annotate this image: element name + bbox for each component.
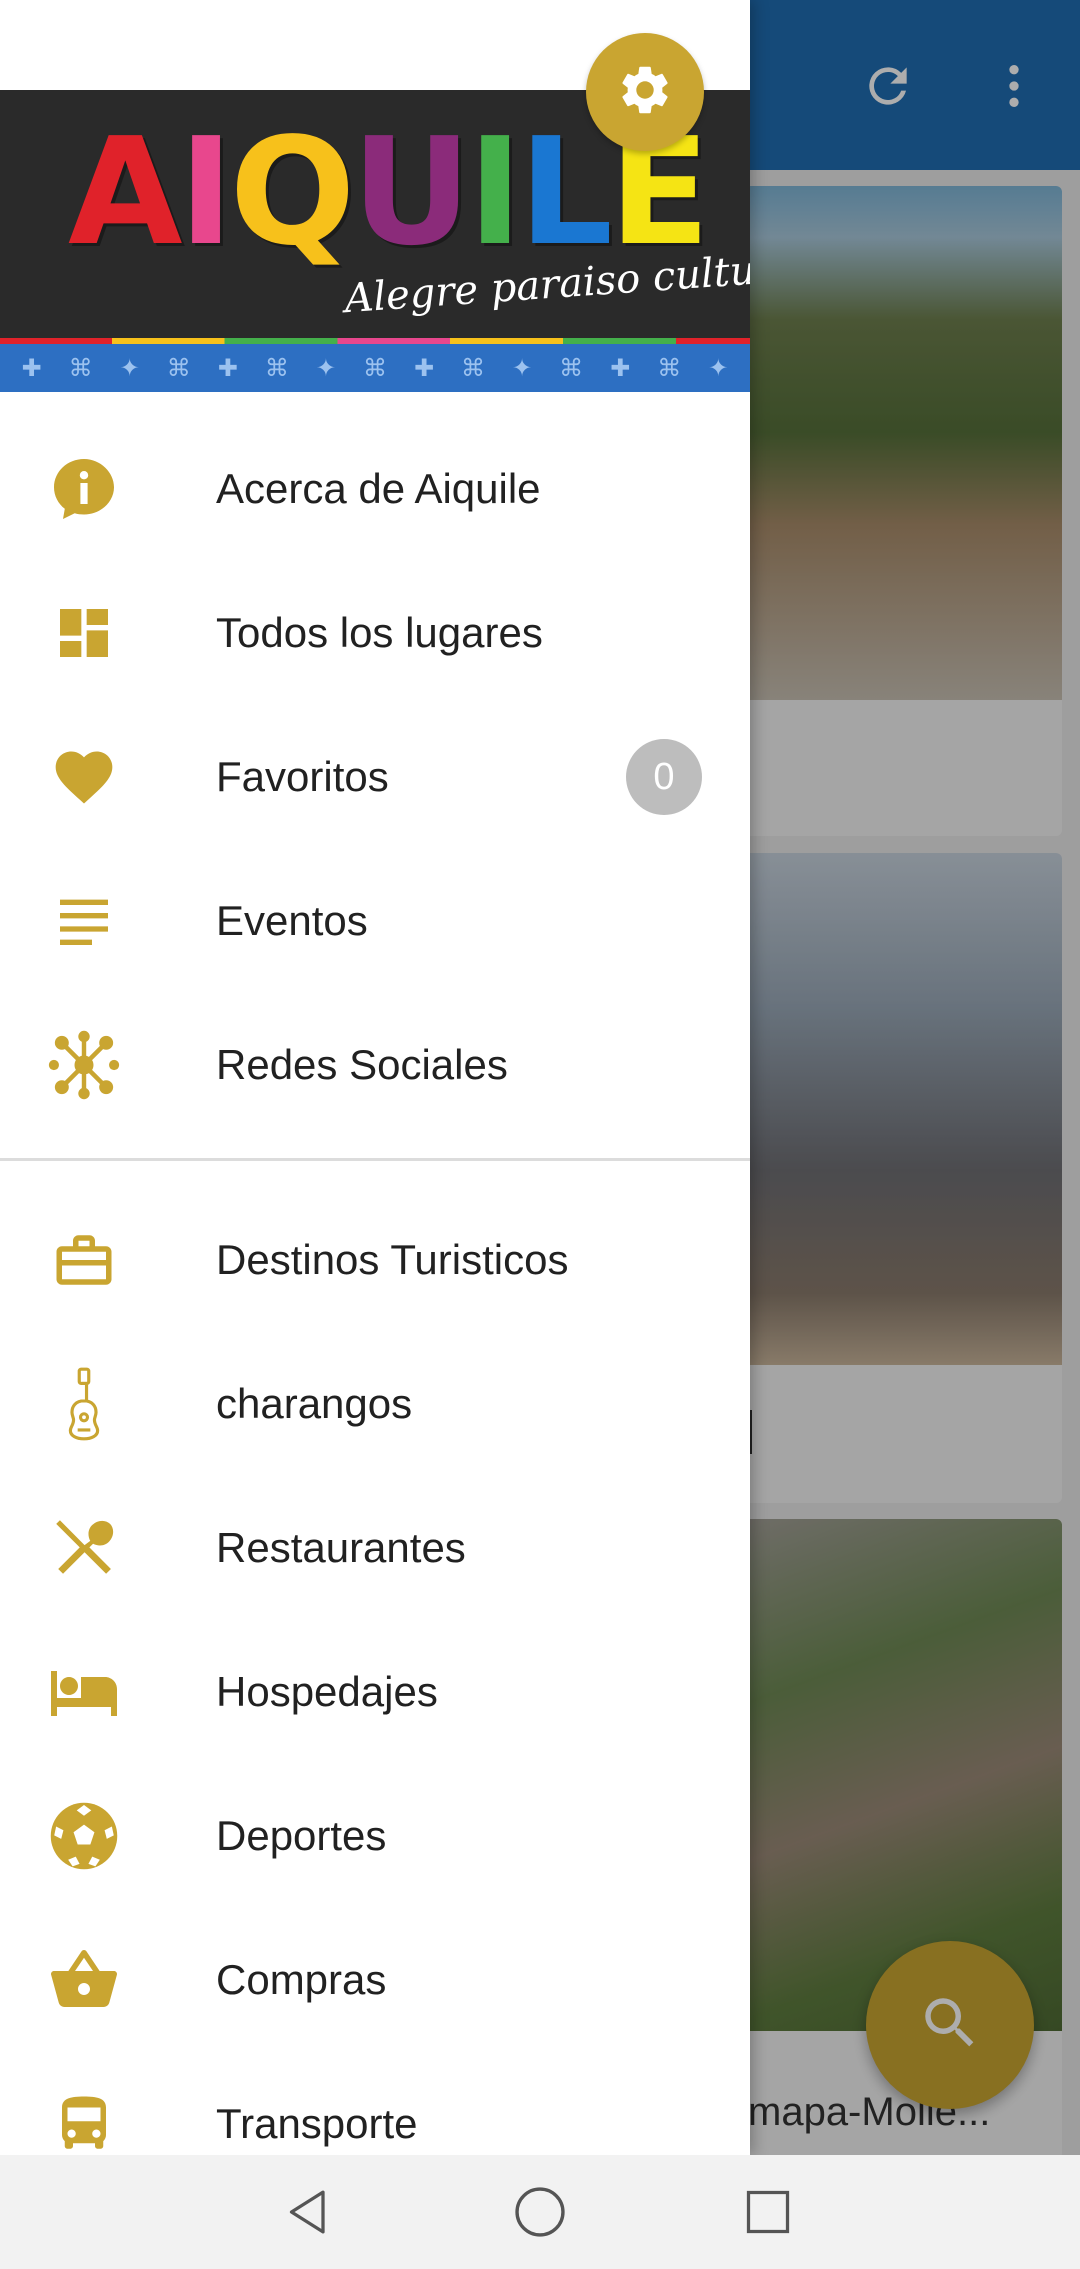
network-icon [44, 1025, 124, 1105]
bus-icon [44, 2084, 124, 2155]
heart-icon [44, 737, 124, 817]
logo-letter: U [351, 106, 471, 278]
menu-item-compras[interactable]: Compras [0, 1908, 750, 2052]
menu-item-charangos[interactable]: charangos [0, 1332, 750, 1476]
menu-item-label: Transporte [216, 2100, 418, 2147]
navigation-drawer: A I Q U I L E Alegre paraiso cultural ✚ ⌘… [0, 0, 750, 2155]
menu-item-label: Deportes [216, 1812, 387, 1859]
home-icon[interactable] [505, 2177, 575, 2247]
menu-item-acerca-de-aiquile[interactable]: Acerca de Aiquile [0, 417, 750, 561]
favorites-count-badge: 0 [626, 739, 702, 815]
logo-letter: A [68, 106, 183, 278]
menu-item-todos-los-lugares[interactable]: Todos los lugares [0, 561, 750, 705]
menu-item-favoritos[interactable]: Favoritos 0 [0, 705, 750, 849]
menu-item-redes-sociales[interactable]: Redes Sociales [0, 993, 750, 1137]
menu-item-label: Favoritos [216, 753, 389, 800]
menu-item-label: Todos los lugares [216, 609, 543, 656]
logo-letter: L [518, 106, 613, 278]
menu-item-label: Eventos [216, 897, 368, 944]
dashboard-icon [44, 593, 124, 673]
logo-letter: I [467, 106, 523, 278]
menu-item-label: Restaurantes [216, 1524, 466, 1571]
menu-item-label: Compras [216, 1956, 387, 2003]
list-icon [44, 881, 124, 961]
menu-item-destinos-turisticos[interactable]: Destinos Turisticos [0, 1188, 750, 1332]
menu-item-label: Redes Sociales [216, 1041, 508, 1088]
soccer-ball-icon [44, 1796, 124, 1876]
gear-icon [616, 61, 674, 124]
logo-letter: I [178, 106, 234, 278]
menu-item-restaurantes[interactable]: Restaurantes [0, 1476, 750, 1620]
bed-icon [44, 1652, 124, 1732]
briefcase-icon [44, 1220, 124, 1300]
guitar-icon [44, 1364, 124, 1444]
menu-item-eventos[interactable]: Eventos [0, 849, 750, 993]
logo-wordmark: A I Q U I L E [68, 106, 710, 278]
menu-item-transporte[interactable]: Transporte [0, 2052, 750, 2155]
utensils-icon [44, 1508, 124, 1588]
logo-letter: Q [229, 106, 356, 278]
system-navigation-bar [0, 2155, 1080, 2269]
menu-item-deportes[interactable]: Deportes [0, 1764, 750, 1908]
back-icon[interactable] [274, 2177, 344, 2247]
menu-item-label: Acerca de Aiquile [216, 465, 541, 512]
info-icon [44, 449, 124, 529]
drawer-header: A I Q U I L E Alegre paraiso cultural ✚ ⌘… [0, 0, 750, 392]
menu-item-label: Destinos Turisticos [216, 1236, 569, 1283]
menu-item-label: charangos [216, 1380, 413, 1427]
basket-icon [44, 1940, 124, 2020]
menu-item-hospedajes[interactable]: Hospedajes [0, 1620, 750, 1764]
settings-button[interactable] [586, 33, 704, 151]
decorative-pattern-band: ✚ ⌘ ✦ ⌘ ✚ ⌘ ✦ ⌘ ✚ ⌘ ✦ ⌘ ✚ ⌘ ✦ [0, 338, 750, 392]
menu-item-label: Hospedajes [216, 1668, 438, 1715]
menu-divider [0, 1158, 750, 1161]
recents-icon[interactable] [733, 2177, 803, 2247]
